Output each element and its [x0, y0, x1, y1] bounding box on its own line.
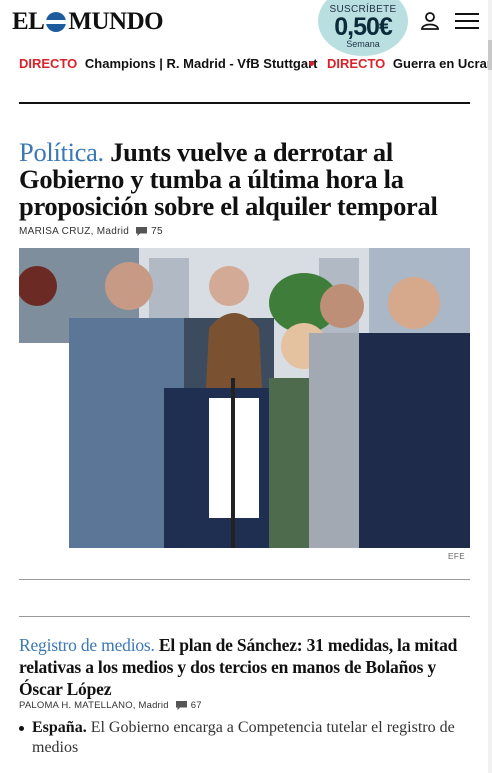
related-section: España.: [32, 719, 87, 736]
second-section-kicker[interactable]: Registro de medios.: [19, 635, 155, 655]
section-divider: [19, 102, 470, 104]
related-link[interactable]: España. El Gobierno encarga a Competenci…: [19, 718, 474, 758]
live-ticker: DIRECTO Champions | R. Madrid - VfB Stut…: [0, 52, 492, 76]
section-divider: [19, 616, 470, 617]
comment-icon[interactable]: [136, 227, 148, 236]
lead-author[interactable]: MARISA CRUZ: [19, 226, 91, 237]
related-text[interactable]: España. El Gobierno encarga a Competenci…: [19, 718, 474, 758]
subscribe-promo[interactable]: SUSCRÍBETE 0,50€ Semana: [318, 0, 408, 56]
live-label: DIRECTO: [19, 56, 78, 71]
globe-icon: [46, 12, 67, 32]
scrollbar-thumb[interactable]: [488, 40, 492, 70]
second-author[interactable]: PALOMA H. MATELLANO: [19, 700, 133, 711]
second-headline[interactable]: Registro de medios. El plan de Sánchez: …: [19, 634, 479, 700]
second-comment-count[interactable]: 67: [191, 700, 202, 711]
user-icon[interactable]: [420, 11, 440, 31]
menu-icon-bar: [455, 27, 479, 29]
lead-section-kicker[interactable]: Política.: [19, 137, 104, 167]
menu-icon-bar: [455, 13, 479, 15]
lead-byline: MARISA CRUZ , Madrid 75: [19, 226, 163, 237]
site-header: EL MUNDO SUSCRÍBETE 0,50€ Semana: [0, 0, 492, 56]
promo-period: Semana: [346, 39, 380, 49]
ticker-item[interactable]: DIRECTO Guerra en Ucrania: [327, 56, 492, 71]
comment-icon[interactable]: [175, 701, 187, 710]
second-location: , Madrid: [132, 700, 169, 711]
ticker-text: Guerra en Ucrania: [392, 56, 492, 71]
page-scrollbar[interactable]: [488, 0, 492, 773]
lead-location: , Madrid: [90, 226, 130, 237]
bullet-icon: [19, 726, 24, 731]
lead-comment-count[interactable]: 75: [151, 226, 163, 237]
live-label: DIRECTO: [327, 56, 386, 71]
related-headline: El Gobierno encarga a Competencia tutela…: [32, 719, 455, 756]
lead-photo-illustration: [19, 248, 470, 548]
site-logo[interactable]: EL MUNDO: [12, 8, 164, 36]
ticker-separator-dot: [309, 61, 314, 66]
ticker-text: Champions | R. Madrid - VfB Stuttgart: [84, 56, 318, 71]
lead-photo[interactable]: [19, 248, 470, 548]
menu-icon-bar: [455, 20, 479, 22]
section-divider: [19, 579, 470, 580]
logo-text-mundo: MUNDO: [68, 8, 164, 35]
photo-credit: EFE: [448, 552, 466, 561]
ticker-item[interactable]: DIRECTO Champions | R. Madrid - VfB Stut…: [19, 56, 317, 71]
menu-icon[interactable]: [455, 13, 479, 29]
lead-headline[interactable]: Política. Junts vuelve a derrotar al Gob…: [19, 139, 479, 220]
promo-price: 0,50€: [334, 13, 393, 41]
second-byline: PALOMA H. MATELLANO , Madrid 67: [19, 700, 202, 711]
logo-text-el: EL: [12, 8, 45, 35]
